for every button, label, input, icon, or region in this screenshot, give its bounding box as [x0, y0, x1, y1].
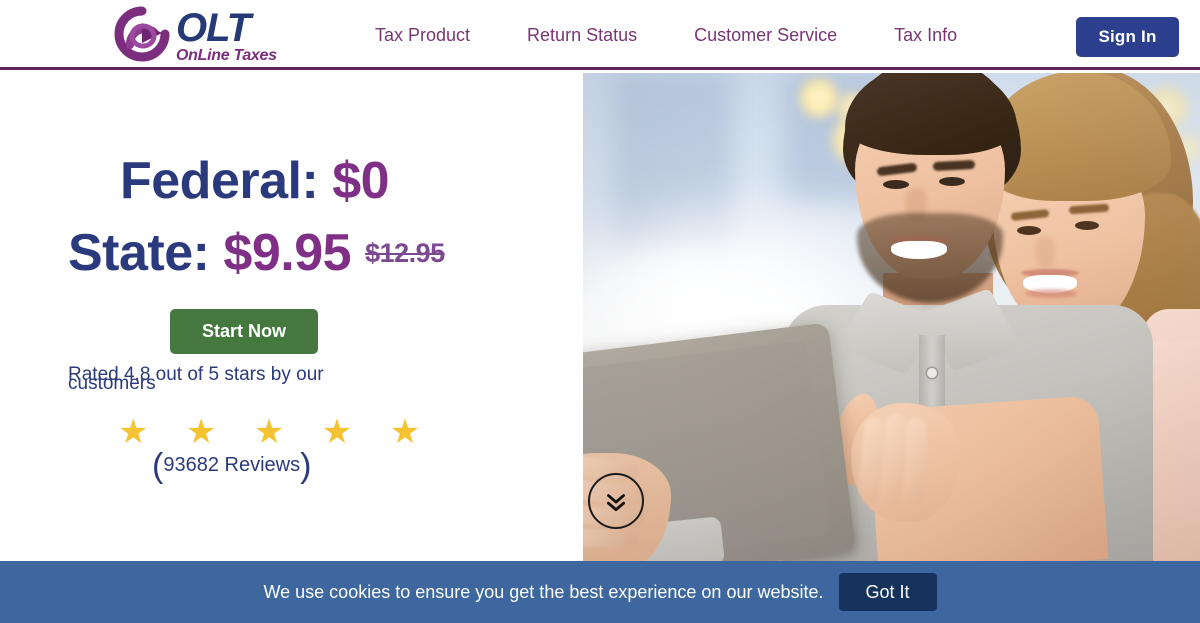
review-count-text: 93682 Reviews — [163, 454, 301, 476]
federal-price-line: Federal: $0 — [120, 146, 390, 216]
paren-open: ( — [152, 447, 164, 485]
cookie-accept-button[interactable]: Got It — [838, 573, 937, 611]
state-label: State: — [68, 224, 224, 282]
start-now-button[interactable]: Start Now — [170, 309, 318, 354]
cookie-message: We use cookies to ensure you get the bes… — [263, 582, 824, 602]
site-logo[interactable]: OLT OnLine Taxes — [112, 5, 292, 65]
logo-secondary-text: OnLine Taxes — [176, 47, 277, 64]
sign-in-button[interactable]: Sign In — [1076, 17, 1179, 57]
logo-primary-text: OLT — [176, 6, 251, 50]
hero-copy-column: Federal: $0 State: $9.95 $12.95 Start Now… — [0, 73, 583, 563]
nav-item-tax-info[interactable]: Tax Info — [894, 24, 957, 46]
star-rating: ★ ★ ★ ★ ★ — [118, 413, 435, 451]
nav-item-customer-service[interactable]: Customer Service — [694, 24, 865, 46]
double-chevron-down-icon — [607, 494, 625, 512]
federal-label: Federal: — [120, 152, 333, 210]
hero-section: Federal: $0 State: $9.95 $12.95 Start Now… — [0, 73, 1200, 563]
scroll-down-button[interactable] — [588, 473, 644, 529]
state-price-line: State: $9.95 $12.95 — [68, 218, 445, 288]
circular-arrow-icon — [114, 6, 170, 62]
federal-price: $0 — [332, 152, 390, 210]
nav-item-return-status[interactable]: Return Status — [527, 24, 665, 46]
paren-close: ) — [300, 447, 312, 485]
state-old-price: $12.95 — [365, 238, 445, 268]
review-count: (93682 Reviews) — [152, 449, 311, 483]
state-price: $9.95 — [223, 224, 352, 282]
cookie-consent-banner: We use cookies to ensure you get the bes… — [0, 561, 1200, 623]
rating-summary-text: Rated 4.8 out of 5 stars by our customer… — [68, 364, 324, 394]
site-header: OLT OnLine Taxes Tax Product Return Stat… — [0, 0, 1200, 70]
main-navigation: Tax Product Return Status Customer Servi… — [375, 0, 957, 70]
nav-item-tax-product[interactable]: Tax Product — [375, 24, 498, 46]
hero-image — [583, 73, 1200, 563]
